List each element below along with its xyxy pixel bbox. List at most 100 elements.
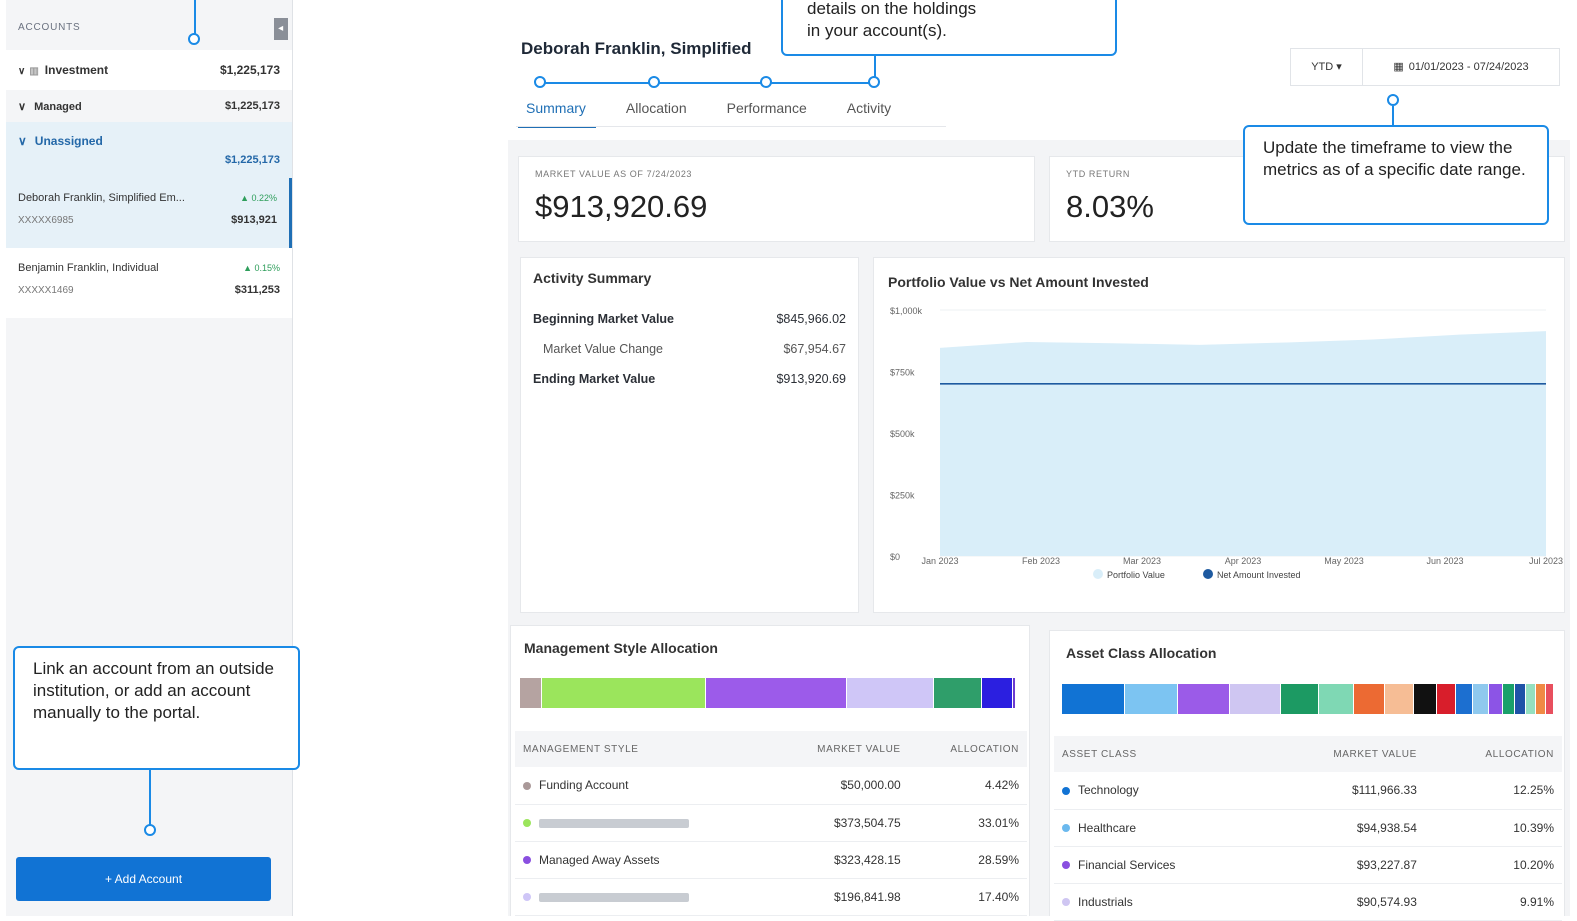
account-value: $311,253 — [234, 284, 280, 296]
callout-connector — [540, 82, 876, 84]
allocation-segment[interactable] — [1514, 684, 1527, 714]
allocation-segment[interactable] — [1124, 684, 1178, 714]
allocation-segment[interactable] — [847, 678, 934, 708]
row-label-cell: Funding Account — [515, 767, 770, 805]
row-label-cell: Industrials — [1054, 883, 1264, 921]
timeframe-dropdown[interactable]: YTD ▾ — [1291, 49, 1363, 85]
allocation-segment[interactable] — [1177, 684, 1231, 714]
activity-value: $845,966.02 — [776, 312, 846, 326]
allocation-segment[interactable] — [1414, 684, 1438, 714]
activity-label: Beginning Market Value — [533, 312, 675, 326]
allocation-segment[interactable] — [1062, 684, 1125, 714]
activity-label: Market Value Change — [543, 342, 663, 356]
management-style-card: Management Style Allocation MANAGEMENT S… — [510, 625, 1030, 916]
allocation-segment[interactable] — [1230, 684, 1281, 714]
allocation-segment[interactable] — [1455, 684, 1474, 714]
tab-summary[interactable]: Summary — [518, 96, 596, 128]
management-allocation-bar — [520, 678, 1016, 708]
allocation-segment[interactable] — [1536, 684, 1546, 714]
allocation-segment[interactable] — [1353, 684, 1385, 714]
y-tick-label: $500k — [890, 429, 915, 439]
legend-dot-icon — [1062, 861, 1070, 870]
allocation-segment[interactable] — [1013, 678, 1016, 708]
allocation-segment[interactable] — [520, 678, 542, 708]
row-label-cell: Financial Services — [1054, 846, 1264, 884]
allocation-segment[interactable] — [1280, 684, 1320, 714]
account-name: Deborah Franklin, Simplified Em... — [18, 192, 185, 204]
table-row: Industrials $90,574.93 9.91% — [1054, 883, 1562, 921]
chevron-left-icon[interactable]: ◂ — [274, 18, 288, 40]
group-managed[interactable]: ∨ Managed $1,225,173 — [6, 90, 292, 122]
legend-label: Net Amount Invested — [1217, 570, 1301, 580]
col-header: MARKET VALUE — [1263, 736, 1425, 772]
row-value: $94,938.54 — [1263, 809, 1425, 847]
legend-dot-icon — [1093, 569, 1103, 579]
date-range-picker[interactable]: ▦ 01/01/2023 - 07/24/2023 — [1363, 49, 1559, 85]
accounts-heading: ACCOUNTS — [18, 22, 81, 33]
y-tick-label: $750k — [890, 368, 915, 378]
col-header: ALLOCATION — [908, 731, 1027, 767]
chart-icon: ▥ — [29, 66, 39, 77]
callout-connector — [1392, 106, 1394, 126]
allocation-segment[interactable] — [1502, 684, 1515, 714]
unassigned-label-wrap: ∨ Unassigned — [18, 134, 280, 148]
row-value: $93,227.87 — [1263, 846, 1425, 884]
tabs-callout-line2: in your account(s). — [807, 21, 947, 40]
allocation-segment[interactable] — [1473, 684, 1490, 714]
callout-knob — [868, 76, 880, 88]
tab-divider — [516, 126, 946, 127]
x-tick-label: Mar 2023 — [1123, 556, 1161, 566]
asset_class-label: Financial Services — [1078, 857, 1176, 872]
table-header: ASSET CLASS MARKET VALUE ALLOCATION — [1054, 736, 1562, 772]
row-value: $90,574.93 — [1263, 883, 1425, 921]
row-allocation: 17.40% — [908, 878, 1027, 916]
group-investment[interactable]: ∨ ▥ Investment $1,225,173 — [6, 50, 292, 90]
tab-bar: Summary Allocation Performance Activity — [518, 96, 923, 128]
allocation-segment[interactable] — [933, 678, 983, 708]
tab-performance[interactable]: Performance — [719, 96, 817, 128]
account-change: ▲ 0.15% — [243, 263, 280, 273]
legend-label: Portfolio Value — [1107, 570, 1165, 580]
callout-knob — [648, 76, 660, 88]
date-range-text: 01/01/2023 - 07/24/2023 — [1408, 61, 1529, 73]
investment-value: $1,225,173 — [219, 63, 280, 77]
allocation-segment[interactable] — [1384, 684, 1415, 714]
allocation-segment[interactable] — [1319, 684, 1354, 714]
callout-knob — [534, 76, 546, 88]
col-header: MARKET VALUE — [769, 731, 909, 767]
tab-activity[interactable]: Activity — [839, 96, 901, 128]
allocation-segment[interactable] — [1526, 684, 1537, 714]
chevron-down-icon: ∨ — [18, 100, 27, 113]
asset_class-label: Industrials — [1078, 894, 1133, 909]
investment-label: Investment — [44, 63, 109, 77]
portfolio-chart-card: Portfolio Value vs Net Amount Invested $… — [873, 257, 1565, 613]
accounts-header: ACCOUNTS ◂ — [6, 0, 292, 50]
allocation-segment[interactable] — [1437, 684, 1456, 714]
callout-knob — [1387, 94, 1399, 106]
tab-allocation[interactable]: Allocation — [618, 96, 697, 128]
add-account-button[interactable]: + Add Account — [16, 857, 271, 901]
managed-label-wrap: ∨ Managed — [18, 100, 82, 113]
account-card-benjamin[interactable]: Benjamin Franklin, Individual ▲ 0.15% XXX… — [6, 248, 292, 318]
legend-dot-icon — [523, 819, 531, 828]
timeframe-selector: YTD ▾ ▦ 01/01/2023 - 07/24/2023 — [1290, 48, 1560, 86]
row-value: $373,504.75 — [769, 804, 909, 842]
row-value: $111,966.33 — [1263, 772, 1425, 810]
page-title: Deborah Franklin, Simplified — [521, 39, 752, 58]
investment-label-wrap: ∨ ▥ Investment — [18, 63, 108, 77]
allocation-segment[interactable] — [1489, 684, 1503, 714]
allocation-segment[interactable] — [982, 678, 1014, 708]
legend-dot-icon — [1203, 569, 1213, 579]
group-unassigned[interactable]: ∨ Unassigned $1,225,173 — [6, 122, 292, 178]
account-number: XXXXX6985 — [18, 214, 74, 226]
allocation-segment[interactable] — [1545, 684, 1554, 714]
timeframe-callout: Update the timeframe to view the metrics… — [1243, 125, 1549, 225]
row-value: $196,841.98 — [769, 878, 909, 916]
row-value: $50,000.00 — [769, 767, 909, 805]
account-card-deborah[interactable]: Deborah Franklin, Simplified Em... ▲ 0.22… — [6, 178, 292, 248]
row-value: $323,428.15 — [769, 841, 909, 879]
allocation-segment[interactable] — [705, 678, 848, 708]
row-allocation: 28.59% — [908, 841, 1027, 879]
activity-row: Market Value Change $67,954.67 — [533, 342, 846, 356]
allocation-segment[interactable] — [541, 678, 706, 708]
